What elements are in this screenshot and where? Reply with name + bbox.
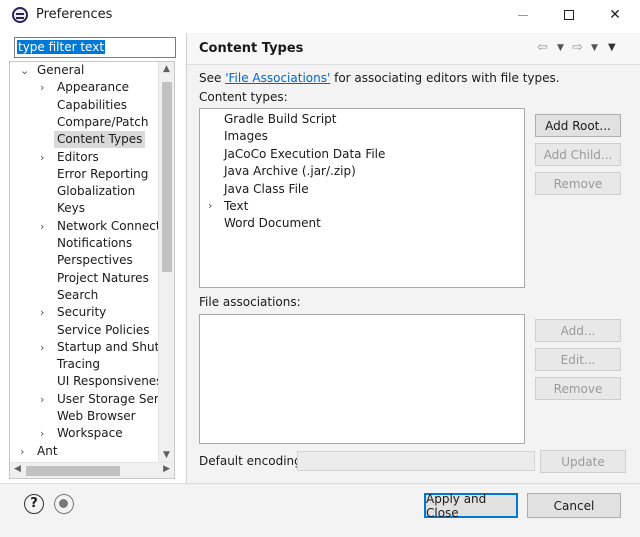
collapsed-arrow-icon[interactable]: › — [20, 443, 24, 460]
expanded-arrow-icon[interactable]: ⌄ — [20, 62, 29, 79]
filter-input[interactable]: type filter text — [14, 37, 176, 58]
maximize-button[interactable] — [546, 0, 592, 30]
tree-item-label: Security — [57, 305, 107, 320]
tree-item-label: Error Reporting — [57, 166, 149, 181]
close-icon: ✕ — [609, 7, 621, 23]
tree-item-label: Notifications — [57, 236, 133, 250]
file-associations-link[interactable]: 'File Associations' — [225, 71, 330, 85]
tree-item-label: Project Natures — [57, 270, 149, 285]
window-title: Preferences — [36, 7, 113, 22]
collapsed-arrow-icon[interactable]: › — [208, 199, 212, 212]
content-type-item[interactable]: Java Archive (.jar/.zip) — [224, 163, 356, 180]
collapsed-arrow-icon[interactable]: › — [40, 391, 44, 408]
preference-page: Content Types ⇦ ▼ ⇨ ▼ ▼ See 'File Associ… — [186, 33, 640, 483]
file-associations-hint: See 'File Associations' for associating … — [199, 71, 560, 85]
scroll-right-icon[interactable]: ▶ — [163, 464, 170, 474]
tree-item-label: Content Types — [54, 131, 146, 149]
content-type-item[interactable]: JaCoCo Execution Data File — [224, 146, 385, 163]
hint-prefix: See — [199, 71, 226, 85]
remove-content-type-button[interactable]: Remove — [535, 172, 621, 195]
tree-item-label: Appearance — [57, 80, 130, 95]
file-associations-list[interactable] — [199, 314, 525, 444]
default-encoding-label: Default encoding: — [199, 454, 306, 468]
update-button[interactable]: Update — [540, 450, 626, 473]
tree-vertical-scrollbar[interactable]: ▲ ▼ — [158, 62, 174, 462]
remove-association-button[interactable]: Remove — [535, 377, 621, 400]
title-bar: Preferences ✕ — [0, 0, 640, 30]
back-arrow-icon[interactable]: ⇦ — [537, 40, 548, 55]
content-type-item[interactable]: Java Class File — [224, 181, 309, 198]
scroll-left-icon[interactable]: ◀ — [14, 464, 21, 474]
content-type-item[interactable]: Word Document — [224, 215, 321, 232]
forward-dropdown-icon[interactable]: ▼ — [591, 43, 598, 53]
record-icon[interactable] — [54, 494, 74, 514]
content-type-item[interactable]: Images — [224, 128, 268, 145]
minimize-button[interactable] — [500, 0, 546, 30]
tree-item-label: Editors — [57, 149, 99, 164]
tree-vertical-scroll-thumb[interactable] — [162, 82, 172, 272]
eclipse-app-icon — [12, 7, 28, 23]
filter-input-value: type filter text — [17, 40, 106, 54]
tree-item-label: Service Policies — [57, 322, 150, 337]
help-icon[interactable]: ? — [24, 494, 44, 514]
content-types-tree[interactable]: Gradle Build Script Images JaCoCo Executio… — [199, 108, 525, 288]
back-dropdown-icon[interactable]: ▼ — [557, 43, 564, 53]
collapsed-arrow-icon[interactable]: › — [40, 79, 44, 96]
tree-item-label: Search — [57, 287, 99, 302]
edit-association-button[interactable]: Edit... — [535, 348, 621, 371]
add-association-button[interactable]: Add... — [535, 319, 621, 342]
view-menu-icon[interactable]: ▼ — [608, 42, 616, 53]
tree-item-label: Capabilities — [57, 97, 127, 112]
scroll-down-icon[interactable]: ▼ — [163, 450, 170, 460]
dialog-footer: ? Apply and Close Cancel — [0, 483, 640, 537]
close-button[interactable]: ✕ — [592, 0, 638, 30]
file-associations-label: File associations: — [199, 295, 301, 309]
collapsed-arrow-icon[interactable]: › — [40, 425, 44, 442]
content-type-item[interactable]: Gradle Build Script — [224, 111, 336, 128]
scroll-up-icon[interactable]: ▲ — [163, 64, 170, 74]
tree-item-label: Globalization — [57, 184, 136, 199]
cancel-button[interactable]: Cancel — [527, 493, 621, 518]
hint-suffix: for associating editors with file types. — [330, 71, 560, 85]
forward-arrow-icon[interactable]: ⇨ — [572, 40, 583, 55]
tree-item-label: Tracing — [57, 357, 101, 372]
collapsed-arrow-icon[interactable]: › — [40, 218, 44, 235]
add-root-button[interactable]: Add Root... — [535, 114, 621, 137]
minimize-icon — [518, 14, 528, 16]
add-child-button[interactable]: Add Child... — [535, 143, 621, 166]
tree-item-label: Web Browser — [57, 409, 136, 423]
apply-and-close-button[interactable]: Apply and Close — [424, 492, 518, 520]
tree-horizontal-scroll-thumb[interactable] — [26, 466, 120, 476]
tree-item-label: Perspectives — [57, 253, 133, 268]
collapsed-arrow-icon[interactable]: › — [40, 149, 44, 166]
maximize-icon — [564, 10, 574, 20]
tree-item-label: General — [37, 63, 85, 77]
tree-item-label: Keys — [57, 201, 86, 216]
collapsed-arrow-icon[interactable]: › — [40, 304, 44, 321]
tree-item-label: Workspace — [57, 426, 123, 441]
tree-item-label: Compare/Patch — [57, 114, 149, 129]
default-encoding-input[interactable] — [297, 451, 535, 471]
page-title: Content Types — [199, 41, 304, 56]
preference-tree: ⌄ General › Appearance Capabilities Compare/P… — [9, 61, 175, 479]
tree-horizontal-scrollbar[interactable]: ◀ ▶ — [10, 462, 174, 478]
tree-item-label: Ant — [37, 443, 58, 458]
page-header: Content Types ⇦ ▼ ⇨ ▼ ▼ — [187, 33, 640, 65]
content-types-label: Content types: — [199, 90, 288, 104]
content-type-item[interactable]: Text — [224, 198, 248, 215]
collapsed-arrow-icon[interactable]: › — [40, 339, 44, 356]
